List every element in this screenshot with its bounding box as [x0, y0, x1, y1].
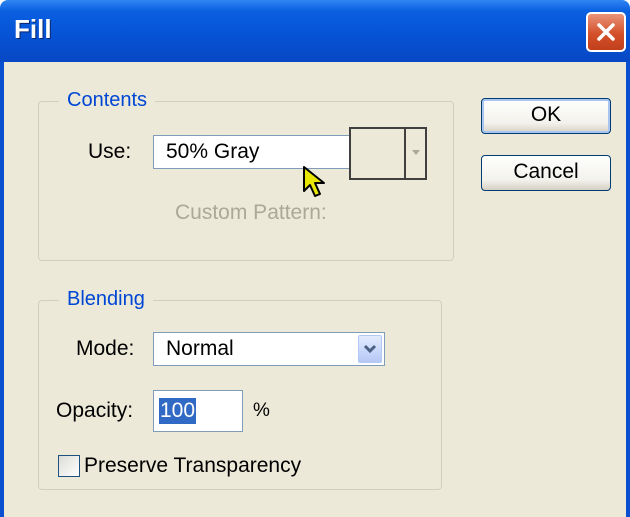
mouse-cursor-icon	[303, 166, 325, 197]
mode-select[interactable]: Normal	[153, 332, 385, 366]
opacity-label: Opacity:	[56, 399, 134, 422]
mode-dropdown-button[interactable]	[358, 335, 382, 363]
cancel-button[interactable]: Cancel	[481, 155, 611, 191]
ok-button[interactable]: OK	[481, 98, 611, 134]
chevron-down-icon	[363, 344, 377, 354]
pattern-dropdown-arrow-icon	[412, 150, 420, 155]
opacity-input[interactable]: 100	[153, 390, 243, 432]
close-icon	[597, 23, 615, 41]
opacity-unit: %	[253, 400, 270, 421]
contents-group: Contents	[38, 88, 454, 261]
pattern-divider	[404, 129, 406, 178]
close-button[interactable]	[586, 12, 626, 52]
blending-legend: Blending	[59, 287, 153, 311]
window-title: Fill	[14, 14, 52, 44]
title-bar[interactable]: Fill	[0, 0, 630, 62]
contents-legend: Contents	[59, 88, 156, 112]
use-select-value: 50% Gray	[166, 140, 260, 163]
mode-select-value: Normal	[166, 337, 234, 360]
custom-pattern-label: Custom Pattern:	[175, 201, 327, 224]
preserve-transparency-checkbox[interactable]	[58, 455, 80, 477]
opacity-value: 100	[159, 398, 197, 424]
use-label: Use:	[88, 140, 132, 163]
mode-label: Mode:	[76, 337, 135, 360]
custom-pattern-picker[interactable]	[349, 127, 427, 180]
preserve-transparency-label: Preserve Transparency	[84, 454, 302, 477]
